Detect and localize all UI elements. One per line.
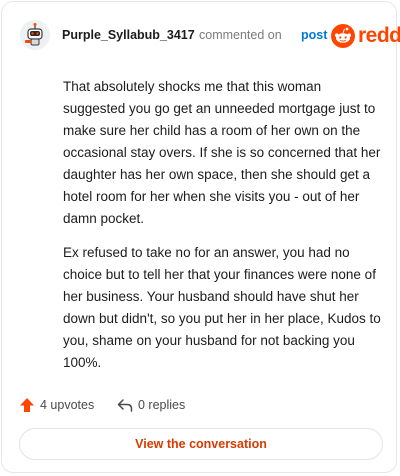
post-link[interactable]: post bbox=[301, 28, 327, 42]
comment-paragraph-1: That absolutely shocks me that this woma… bbox=[63, 79, 381, 226]
upvote-count: 4 upvotes bbox=[40, 398, 95, 412]
comment-card: Purple_Syllabub_3417 commented on post r… bbox=[1, 1, 400, 473]
reddit-snoo-icon bbox=[331, 24, 355, 48]
reddit-logo[interactable]: reddit bbox=[331, 24, 400, 50]
reply-count: 0 replies bbox=[138, 398, 186, 412]
comment-header: Purple_Syllabub_3417 commented on post r… bbox=[20, 20, 400, 52]
comment-actions: 4 upvotes 0 replies bbox=[18, 394, 378, 416]
robot-avatar-icon[interactable] bbox=[20, 20, 50, 50]
view-conversation-button[interactable]: View the conversation bbox=[19, 428, 383, 460]
upvote-arrow-icon bbox=[18, 396, 36, 414]
reply-button[interactable]: 0 replies bbox=[116, 394, 185, 416]
reddit-wordmark: reddit bbox=[358, 24, 400, 47]
comment-action-text: commented on bbox=[199, 28, 282, 42]
comment-body: That absolutely shocks me that this woma… bbox=[63, 76, 383, 386]
comment-username[interactable]: Purple_Syllabub_3417 bbox=[62, 28, 195, 42]
upvote-button[interactable]: 4 upvotes bbox=[18, 394, 94, 416]
comment-paragraph-2: Ex refused to take no for an answer, you… bbox=[63, 245, 381, 370]
reply-arrow-icon bbox=[116, 396, 134, 414]
